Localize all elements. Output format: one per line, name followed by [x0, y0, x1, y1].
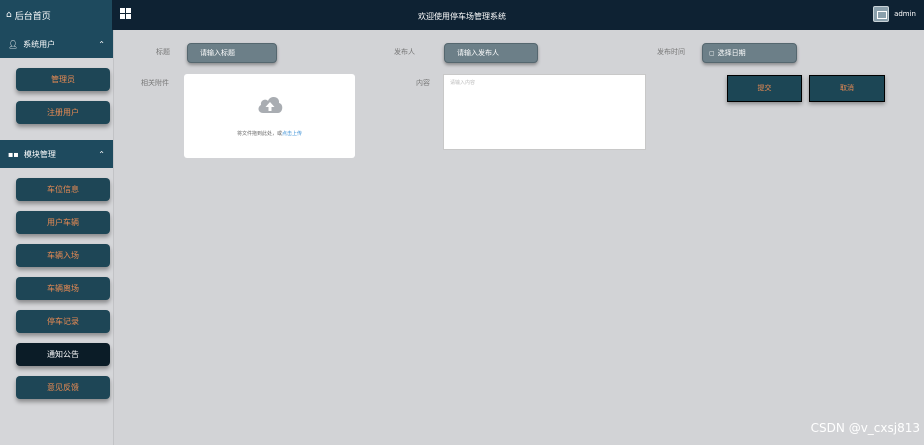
notice-form: 标题 请输入标题 发布人 请输入发布人 发布时间 ▢ 选择日期 相关附件 将文件拖… [114, 30, 924, 445]
upload-dropzone[interactable]: 将文件拖到此处，或点击上传 [184, 74, 355, 158]
attachment-label: 相关附件 [141, 79, 169, 87]
upload-link[interactable]: 点击上传 [282, 131, 302, 137]
sidebar-item-parking-records[interactable]: 停车记录 [16, 310, 110, 333]
calendar-icon: ▢ [709, 50, 715, 57]
publish-date-picker[interactable]: ▢ 选择日期 [702, 43, 797, 63]
welcome-text: 欢迎使用停车场管理系统 [418, 12, 506, 21]
group-title: 模块管理 [23, 149, 56, 159]
group-title: 系统用户 [23, 39, 56, 49]
upload-hint-text: 将文件拖到此处，或 [236, 131, 282, 137]
title-input[interactable]: 请输入标题 [187, 43, 277, 63]
title-label: 标题 [156, 48, 170, 56]
avatar-icon[interactable] [873, 6, 890, 22]
sidebar-group-modules[interactable]: ▪▪ 模块管理 ⌃ [0, 140, 113, 168]
date-placeholder: 选择日期 [717, 49, 746, 57]
sidebar-item-parking-spaces[interactable]: 车位信息 [16, 178, 110, 201]
content-label: 内容 [416, 79, 430, 87]
watermark: CSDN @v_cxsj813 [810, 421, 920, 435]
chevron-up-icon: ⌃ [98, 149, 105, 159]
submit-button[interactable]: 提交 [727, 75, 802, 102]
chevron-up-icon: ⌃ [98, 39, 105, 49]
sidebar-item-vehicle-entry[interactable]: 车辆入场 [16, 244, 110, 267]
brand-label: 后台首页 [14, 11, 51, 22]
publisher-input[interactable]: 请输入发布人 [444, 43, 538, 63]
user-icon: 👤︎ [8, 39, 19, 49]
title-placeholder: 请输入标题 [200, 49, 235, 57]
sidebar-item-feedback[interactable]: 意见反馈 [16, 376, 110, 399]
sidebar-item-admins[interactable]: 管理员 [16, 68, 110, 91]
brand[interactable]: ⌂ 后台首页 [0, 0, 112, 30]
sidebar-item-notices[interactable]: 通知公告 [16, 343, 110, 366]
grid-icon: ▪▪ [8, 149, 19, 159]
username: admin [894, 10, 916, 18]
publisher-label: 发布人 [394, 48, 415, 56]
sidebar-item-user-vehicles[interactable]: 用户车辆 [16, 211, 110, 234]
upload-hint: 将文件拖到此处，或点击上传 [184, 130, 355, 137]
publish-time-label: 发布时间 [657, 48, 685, 56]
home-icon: ⌂ [6, 10, 12, 20]
cloud-upload-icon [258, 97, 283, 113]
cancel-button[interactable]: 取消 [809, 75, 885, 102]
content-placeholder: 请输入内容 [450, 80, 476, 86]
sidebar-item-vehicle-exit[interactable]: 车辆离场 [16, 277, 110, 300]
content-textarea[interactable]: 请输入内容 [443, 74, 646, 150]
sidebar: 👤︎ 系统用户 ⌃ 管理员 注册用户 ▪▪ 模块管理 ⌃ 车位信息 用户车辆 车… [0, 30, 114, 445]
publisher-placeholder: 请输入发布人 [457, 49, 499, 57]
top-bar: ⌂ 后台首页 欢迎使用停车场管理系统 admin [0, 0, 924, 30]
sidebar-group-system-users[interactable]: 👤︎ 系统用户 ⌃ [0, 30, 113, 58]
sidebar-item-registered-users[interactable]: 注册用户 [16, 101, 110, 124]
user-menu[interactable]: admin [873, 6, 916, 22]
menu-toggle-grid-icon[interactable] [120, 8, 131, 19]
